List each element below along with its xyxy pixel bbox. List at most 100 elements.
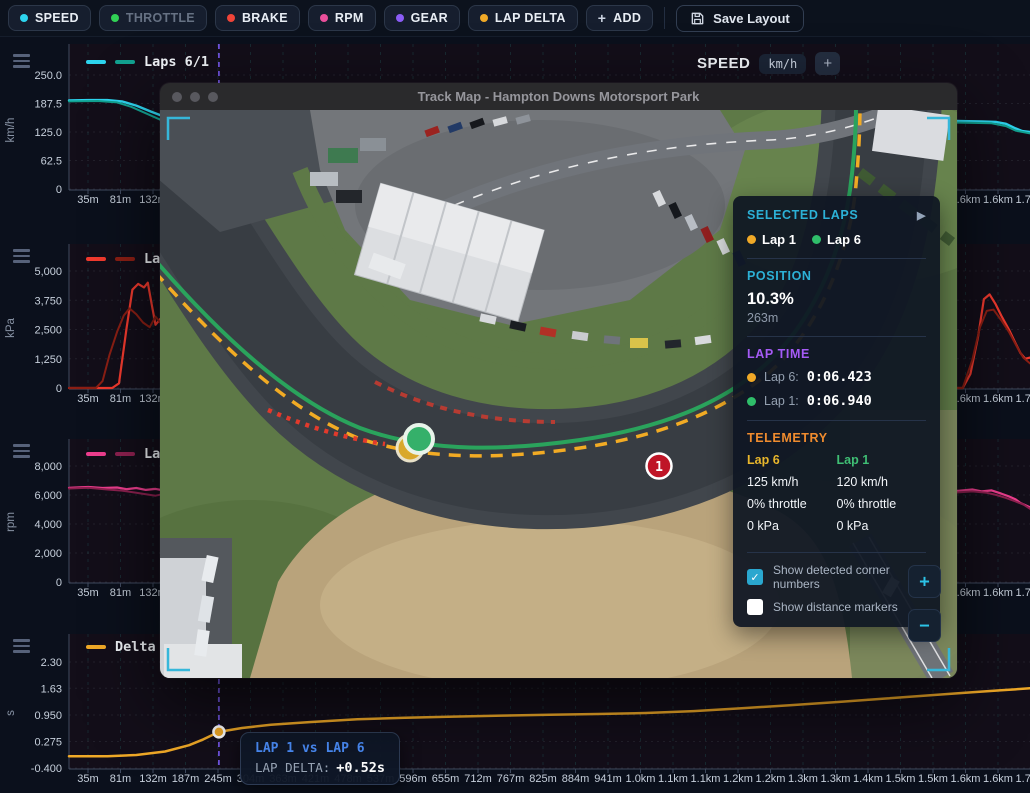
speed-add-button[interactable]: + (815, 52, 840, 75)
svg-text:5,000: 5,000 (34, 266, 62, 278)
svg-text:767m: 767m (497, 773, 525, 785)
legend-line-sample (115, 452, 135, 456)
window-title: Track Map - Hampton Downs Motorsport Par… (160, 89, 957, 104)
svg-text:1.4km: 1.4km (853, 773, 883, 785)
option-label: Show distance markers (773, 600, 898, 614)
svg-text:1.63: 1.63 (41, 683, 62, 695)
channel-color-dot (480, 14, 488, 22)
position-title: POSITION (747, 269, 926, 283)
lap-delta-tooltip: LAP 1 vs LAP 6 LAP DELTA: +0.52s (240, 732, 400, 785)
speed-legend[interactable]: Laps 6/1 (86, 54, 209, 70)
brake-axis-unit: kPa (5, 293, 17, 363)
toolbar-button-speed[interactable]: SPEED (8, 5, 91, 31)
svg-text:1.6km: 1.6km (951, 773, 981, 785)
tooltip-title: LAP 1 vs LAP 6 (255, 741, 385, 756)
toolbar-button-brake[interactable]: BRAKE (215, 5, 300, 31)
svg-text:1.5km: 1.5km (918, 773, 948, 785)
divider (747, 258, 926, 259)
toolbar-button-rpm[interactable]: RPM (308, 5, 376, 31)
channel-label: RPM (335, 11, 364, 25)
svg-text:2.30: 2.30 (41, 657, 62, 669)
svg-text:81m: 81m (110, 393, 131, 405)
lap-time-row: Lap 6: 0:06.423 (747, 369, 926, 385)
speed-chart-title: SPEED (697, 55, 750, 72)
divider (747, 336, 926, 337)
lap-color-dot (747, 235, 756, 244)
window-titlebar[interactable]: Track Map - Hampton Downs Motorsport Par… (160, 83, 957, 110)
save-layout-button[interactable]: Save Layout (676, 5, 804, 32)
map-option-row: ✓ Show detected corner numbers (747, 563, 926, 591)
svg-text:1.2km: 1.2km (723, 773, 753, 785)
svg-text:1.0km: 1.0km (626, 773, 656, 785)
brake-chart-drag-handle[interactable] (13, 249, 30, 266)
speed-chart-drag-handle[interactable] (13, 54, 30, 71)
legend-line-sample (86, 257, 106, 261)
tooltip-label: LAP DELTA: (255, 760, 330, 775)
toolbar-button-lap-delta[interactable]: LAP DELTA (468, 5, 578, 31)
delta-chart-drag-handle[interactable] (13, 639, 30, 656)
svg-text:712m: 712m (464, 773, 492, 785)
lap-label: Lap 1 (762, 232, 796, 247)
top-toolbar: SPEED THROTTLE BRAKE RPM GEAR LAP DELTA + ADD… (0, 0, 1030, 37)
lap-color-dot (747, 373, 756, 382)
delta-legend[interactable]: Delta (86, 639, 156, 655)
window-controls[interactable] (172, 92, 218, 102)
svg-text:0.950: 0.950 (34, 710, 62, 722)
map-zoom-out-button[interactable]: − (908, 609, 941, 642)
telemetry-value: 0% throttle (837, 497, 927, 511)
option-label: Show detected corner numbers (773, 563, 926, 591)
svg-text:81m: 81m (110, 194, 131, 206)
track-map-window[interactable]: Track Map - Hampton Downs Motorsport Par… (160, 83, 957, 678)
rpm-axis-unit: rpm (5, 487, 17, 557)
lap-time-row: Lap 1:0:06.940 (747, 393, 926, 409)
toolbar-button-throttle[interactable]: THROTTLE (99, 5, 207, 31)
channel-buttons: SPEED THROTTLE BRAKE RPM GEAR LAP DELTA (8, 5, 578, 31)
checkbox-checked[interactable]: ✓ (747, 569, 763, 585)
telemetry-columns: Lap 6125 km/h0% throttle0 kPaLap 1120 km… (747, 453, 926, 541)
svg-text:81m: 81m (110, 587, 131, 599)
map-zoom-in-button[interactable]: + (908, 565, 941, 598)
svg-text:1.7km: 1.7km (1016, 587, 1030, 599)
play-icon[interactable]: ▶ (917, 209, 926, 222)
svg-text:6,000: 6,000 (34, 490, 62, 502)
legend-line-sample (115, 257, 135, 261)
toolbar-button-gear[interactable]: GEAR (384, 5, 460, 31)
selected-lap-chip[interactable]: Lap 1 (747, 232, 796, 247)
save-layout-label: Save Layout (713, 11, 790, 26)
telemetry-value: 0% throttle (747, 497, 837, 511)
svg-text:3,750: 3,750 (34, 295, 62, 307)
lap-time-title: LAP TIME (747, 347, 926, 361)
svg-text:1: 1 (655, 460, 663, 475)
svg-text:245m: 245m (204, 773, 232, 785)
svg-text:35m: 35m (77, 773, 98, 785)
svg-text:4,000: 4,000 (34, 519, 62, 531)
svg-text:1.2km: 1.2km (756, 773, 786, 785)
channel-color-dot (111, 14, 119, 22)
add-channel-button[interactable]: + ADD (586, 5, 653, 31)
checkbox-unchecked[interactable] (747, 599, 763, 615)
svg-text:1,250: 1,250 (34, 354, 62, 366)
lap-time-label: Lap 6: (764, 370, 799, 384)
rpm-chart-drag-handle[interactable] (13, 444, 30, 461)
speed-legend-label: Laps 6/1 (144, 54, 209, 70)
svg-text:2,500: 2,500 (34, 325, 62, 337)
tooltip-value: +0.52s (336, 760, 385, 776)
lap-time-label: Lap 1: (764, 394, 799, 408)
svg-text:187.5: 187.5 (34, 99, 62, 111)
channel-color-dot (20, 14, 28, 22)
selected-lap-chip[interactable]: Lap 6 (812, 232, 861, 247)
svg-text:81m: 81m (110, 773, 131, 785)
svg-text:1.5km: 1.5km (886, 773, 916, 785)
channel-label: BRAKE (242, 11, 288, 25)
channel-label: SPEED (35, 11, 79, 25)
svg-text:-0.400: -0.400 (31, 763, 62, 775)
svg-text:35m: 35m (77, 587, 98, 599)
save-icon (690, 11, 705, 26)
svg-text:1.6km: 1.6km (983, 194, 1013, 206)
svg-text:1.1km: 1.1km (658, 773, 688, 785)
delta-axis-unit: s (5, 678, 17, 748)
svg-text:596m: 596m (399, 773, 427, 785)
lap-time-value: 0:06.423 (807, 369, 872, 385)
track-map[interactable]: 1 SELECTED LAPS ▶ Lap 1Lap 6 POSITION 10… (160, 110, 957, 678)
svg-text:125.0: 125.0 (34, 127, 62, 139)
